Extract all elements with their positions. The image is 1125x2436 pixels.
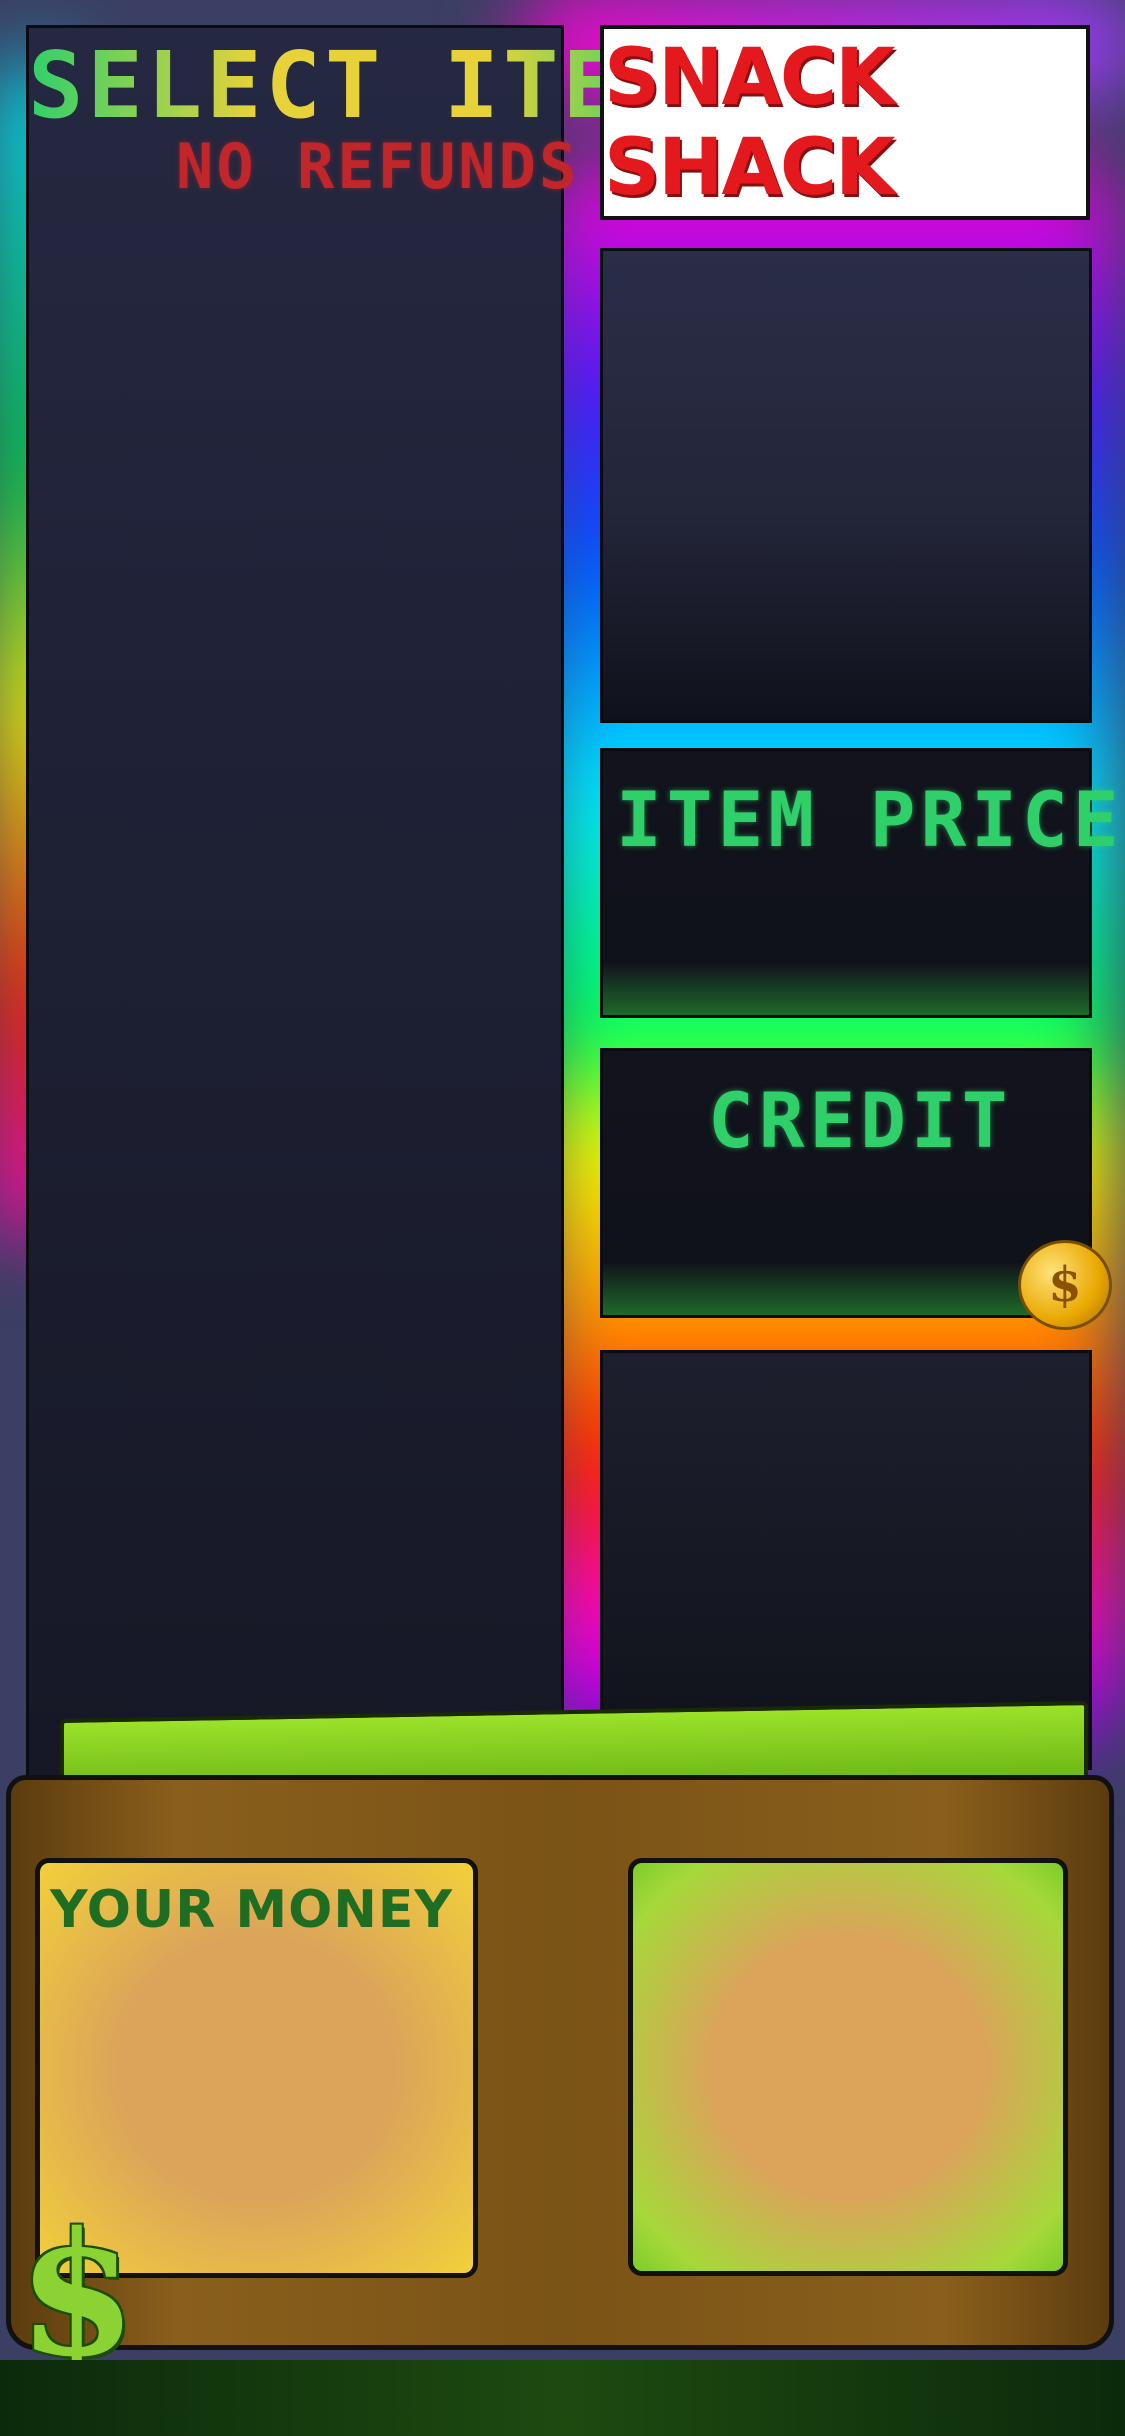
snack-shack-logo: SNACK SHACK (600, 25, 1090, 220)
dollar-icon: $ (18, 2195, 137, 2395)
coin-symbol: $ (1048, 1257, 1082, 1313)
item-selection-panel[interactable] (26, 25, 564, 1780)
select-item-label: SELECT ITEM (28, 32, 682, 139)
bottom-strip (0, 2360, 1125, 2436)
item-display-panel (600, 248, 1092, 723)
item-price-label: ITEM PRICE (616, 775, 1124, 864)
no-refunds-label: NO REFUNDS (176, 130, 580, 203)
credit-label: CREDIT (708, 1076, 1013, 1165)
coin-icon[interactable]: $ (1018, 1240, 1112, 1330)
wallet-right-pocket[interactable] (628, 1858, 1068, 2276)
your-money-label: YOUR MONEY (50, 1880, 454, 1940)
logo-text: SNACK SHACK (604, 32, 896, 213)
